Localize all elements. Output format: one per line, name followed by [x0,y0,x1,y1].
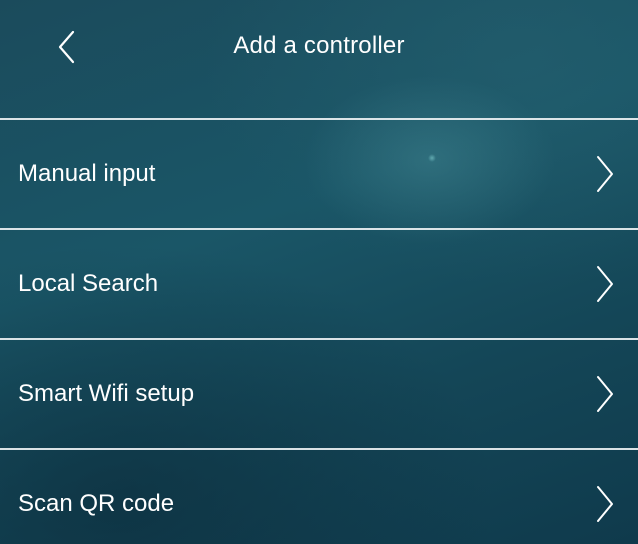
chevron-right-icon [594,264,616,304]
page-title: Add a controller [233,32,405,59]
screen: Add a controller Manual input Local Sear… [0,0,638,544]
menu-item-label: Smart Wifi setup [18,380,195,407]
header-bar: Add a controller [0,0,638,118]
menu-item-local-search[interactable]: Local Search [0,230,638,338]
menu-item-manual-input[interactable]: Manual input [0,120,638,228]
menu-item-smart-wifi-setup[interactable]: Smart Wifi setup [0,340,638,448]
menu-item-scan-qr-code[interactable]: Scan QR code [0,450,638,544]
menu-item-label: Local Search [18,270,159,297]
chevron-right-icon [594,484,616,524]
menu-item-label: Manual input [18,160,156,187]
chevron-right-icon [594,154,616,194]
menu-item-label: Scan QR code [18,490,175,517]
chevron-right-icon [594,374,616,414]
menu-list: Manual input Local Search Smart Wifi set… [0,118,638,544]
